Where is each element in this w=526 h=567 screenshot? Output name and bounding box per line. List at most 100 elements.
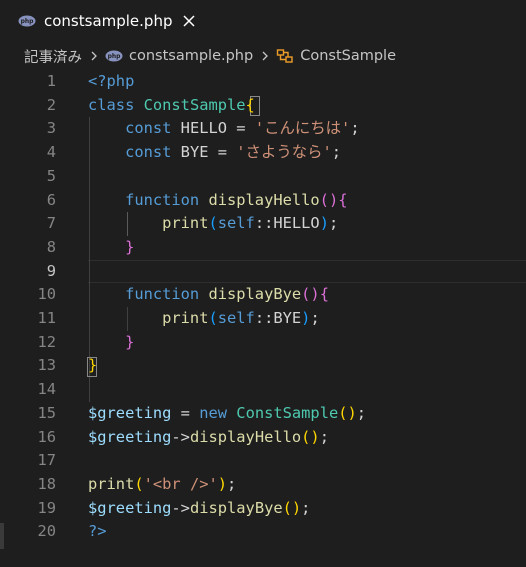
code-token: displayHello <box>208 190 320 209</box>
code-line[interactable]: 19 $greeting->displayBye(); <box>0 497 526 521</box>
code-token: -> <box>171 427 190 446</box>
code-token: ; <box>356 403 367 422</box>
line-number: 19 <box>37 498 56 517</box>
code-token: ; <box>331 143 342 162</box>
svg-text:php: php <box>21 18 35 25</box>
code-token: () <box>319 190 339 209</box>
code-text: print('<br />'); <box>88 473 236 497</box>
code-line[interactable]: 12 } <box>0 331 526 355</box>
code-text: $greeting = new ConstSample(); <box>88 402 366 426</box>
code-token: ::HELLO <box>254 214 320 233</box>
line-number: 6 <box>46 190 56 209</box>
line-number: 14 <box>37 380 56 399</box>
code-token: } <box>88 356 98 375</box>
code-token: $greeting <box>88 427 172 446</box>
code-token: ConstSample <box>236 403 339 422</box>
code-token: () <box>282 498 302 517</box>
line-number: 10 <box>37 285 56 304</box>
line-number: 9 <box>46 261 56 280</box>
code-line[interactable]: 11 print(self::BYE); <box>0 307 526 331</box>
line-number: 16 <box>37 427 56 446</box>
code-line[interactable]: 8 } <box>0 236 526 260</box>
code-token: ConstSample <box>143 95 246 114</box>
line-number: 13 <box>37 356 56 375</box>
code-token: print <box>88 309 209 327</box>
code-line[interactable]: 15 $greeting = new ConstSample(); <box>0 402 526 426</box>
code-token: { <box>245 95 255 114</box>
code-line[interactable]: 4 const BYE = 'さようなら'; <box>0 141 526 165</box>
code-token: ( <box>208 214 218 233</box>
code-text: } <box>88 331 134 355</box>
line-number: 4 <box>46 143 56 162</box>
code-token: ; <box>328 214 339 233</box>
code-line[interactable]: 5 <box>0 165 526 189</box>
code-text: ?> <box>88 520 107 544</box>
code-text: const BYE = 'さようなら'; <box>88 141 341 165</box>
breadcrumb: 記事済み php constsample.php ConstSample <box>0 44 526 68</box>
line-number: 18 <box>37 474 56 493</box>
code-text: print(self::BYE); <box>88 307 320 331</box>
code-token: 'さようなら' <box>236 143 332 162</box>
tab-constsample-php[interactable]: php constsample.php <box>0 0 198 42</box>
class-symbol-icon <box>277 49 293 63</box>
code-line[interactable]: 10 function displayBye(){ <box>0 283 526 307</box>
svg-text:php: php <box>108 53 122 60</box>
line-number: 2 <box>46 95 56 114</box>
code-text: } <box>88 236 134 260</box>
code-token: BYE = <box>180 143 237 162</box>
line-number: 11 <box>37 309 56 327</box>
line-number: 12 <box>37 332 56 351</box>
code-line[interactable]: 3 const HELLO = 'こんにちは'; <box>0 117 526 141</box>
code-line[interactable]: 1 <?php <box>0 70 526 94</box>
chevron-right-icon <box>262 51 269 61</box>
code-token: print <box>88 214 209 233</box>
code-editor[interactable]: 1 <?php 2 class ConstSample{3 const HELLO =… <box>0 70 526 567</box>
code-token: { <box>319 285 329 304</box>
code-token: function <box>88 285 209 304</box>
breadcrumb-file[interactable]: constsample.php <box>129 48 253 64</box>
code-line[interactable]: 14 <box>0 378 526 402</box>
code-token: } <box>88 237 135 256</box>
code-line[interactable]: 20 ?> <box>0 520 526 544</box>
php-file-icon: php <box>18 15 36 27</box>
php-file-icon: php <box>105 50 123 62</box>
close-icon[interactable] <box>182 14 196 28</box>
code-token: HELLO = <box>180 119 255 138</box>
line-number: 8 <box>46 237 56 256</box>
code-token: ) <box>319 214 329 233</box>
breadcrumb-folder[interactable]: 記事済み <box>24 46 82 67</box>
code-text: <?php <box>88 70 134 94</box>
code-line[interactable]: 16 $greeting->displayHello(); <box>0 426 526 450</box>
code-token: class <box>88 95 144 114</box>
line-number: 20 <box>37 522 56 541</box>
code-text: print(self::HELLO); <box>88 212 338 236</box>
code-line[interactable]: 6 function displayHello(){ <box>0 189 526 213</box>
code-text: function displayBye(){ <box>88 283 329 307</box>
code-token: $greeting <box>88 403 172 422</box>
code-token: displayBye <box>189 498 283 517</box>
code-text: $greeting->displayHello(); <box>88 426 329 450</box>
code-token: displayBye <box>208 285 302 304</box>
breadcrumb-class[interactable]: ConstSample <box>300 48 396 64</box>
code-token: const <box>88 119 181 138</box>
code-token: ; <box>319 427 329 446</box>
code-line[interactable]: 18 print('<br />'); <box>0 473 526 497</box>
code-token: ?> <box>88 522 107 541</box>
code-token: ; <box>310 309 320 327</box>
line-number: 3 <box>46 119 56 138</box>
code-token: ; <box>227 474 237 493</box>
code-token: () <box>338 403 357 422</box>
code-line[interactable]: 13} <box>0 354 526 378</box>
code-token: () <box>301 285 320 304</box>
code-token: { <box>338 190 348 209</box>
code-token: ( <box>134 474 144 493</box>
code-token: () <box>301 427 320 446</box>
code-line[interactable]: 17 <box>0 449 526 473</box>
code-text: $greeting->displayBye(); <box>88 497 310 521</box>
line-number: 17 <box>37 451 56 470</box>
code-line[interactable]: 7 print(self::HELLO); <box>0 212 526 236</box>
code-line[interactable]: 9 <box>0 260 526 284</box>
code-token: = <box>171 403 200 422</box>
code-line[interactable]: 2 class ConstSample{ <box>0 94 526 118</box>
code-token: function <box>88 190 209 209</box>
